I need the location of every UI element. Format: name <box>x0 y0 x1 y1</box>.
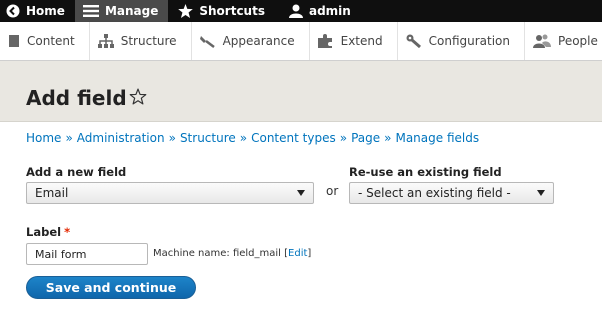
label-input[interactable] <box>26 243 148 265</box>
tray-item-structure[interactable]: Structure <box>90 22 192 60</box>
people-icon <box>533 34 552 48</box>
shortcuts-star-icon <box>178 4 194 18</box>
home-icon <box>6 4 20 18</box>
wrench-icon <box>406 34 421 48</box>
tray-item-structure-label: Structure <box>120 34 177 48</box>
menu-icon <box>82 5 99 17</box>
breadcrumb-page[interactable]: Page <box>351 131 380 145</box>
structure-icon <box>97 34 114 48</box>
breadcrumb-separator: » <box>168 131 176 145</box>
toolbar-shortcuts[interactable]: Shortcuts <box>168 0 275 22</box>
admin-tray: Content Structure Appearance Extend Conf… <box>0 22 602 61</box>
existing-field-select-value: - Select an existing field - <box>358 186 511 200</box>
breadcrumb-structure[interactable]: Structure <box>180 131 236 145</box>
machine-edit-open: [ <box>280 248 289 259</box>
tray-item-extend-label: Extend <box>340 34 383 48</box>
tray-item-configuration-label: Configuration <box>428 34 511 48</box>
chevron-down-icon <box>297 190 305 196</box>
chevron-down-icon <box>537 190 545 196</box>
breadcrumb-separator: » <box>339 131 348 145</box>
tray-item-content[interactable]: Content <box>0 22 90 60</box>
tray-item-configuration[interactable]: Configuration <box>398 22 526 60</box>
machine-edit-close: ] <box>307 248 312 259</box>
new-field-select[interactable]: Email <box>26 182 314 204</box>
tray-item-people[interactable]: People <box>525 22 602 60</box>
user-icon <box>288 4 303 18</box>
breadcrumb-administration[interactable]: Administration <box>77 131 165 145</box>
machine-name-text: Machine name: field_mail <box>153 248 281 259</box>
toolbar-home[interactable]: Home <box>0 0 75 22</box>
or-text: or <box>326 184 339 198</box>
appearance-icon <box>199 36 215 48</box>
toolbar-user-label: admin <box>308 4 351 18</box>
breadcrumb-content-types[interactable]: Content types <box>251 131 336 145</box>
toolbar-manage-label: Manage <box>104 4 159 18</box>
extend-icon <box>317 34 332 48</box>
admin-toolbar: Home Manage Shortcuts admin <box>0 0 602 22</box>
tray-item-content-label: Content <box>27 34 75 48</box>
toolbar-user[interactable]: admin <box>275 0 361 22</box>
new-field-label: Add a new field <box>26 165 127 179</box>
toolbar-shortcuts-label: Shortcuts <box>199 4 265 18</box>
content-icon <box>9 35 19 47</box>
breadcrumb-manage-fields[interactable]: Manage fields <box>395 131 479 145</box>
breadcrumb-home[interactable]: Home <box>26 131 61 145</box>
toolbar-manage[interactable]: Manage <box>74 0 169 22</box>
breadcrumb-separator: » <box>239 131 248 145</box>
existing-field-label: Re-use an existing field <box>349 165 502 179</box>
tray-item-appearance-label: Appearance <box>222 34 295 48</box>
save-and-continue-button[interactable]: Save and continue <box>26 276 196 299</box>
breadcrumb: Home» Administration» Structure» Content ty… <box>26 131 479 145</box>
machine-name: Machine name: field_mail [Edit] <box>153 248 311 259</box>
machine-name-edit-link[interactable]: Edit <box>288 248 307 259</box>
breadcrumb-separator: » <box>65 131 73 145</box>
label-field-label: Label * <box>26 225 70 239</box>
tray-item-appearance[interactable]: Appearance <box>192 22 310 60</box>
new-field-select-value: Email <box>35 186 69 200</box>
tray-item-people-label: People <box>558 34 598 48</box>
favorite-star-icon[interactable] <box>129 88 147 105</box>
tray-item-extend[interactable]: Extend <box>310 22 398 60</box>
label-field-label-text: Label <box>26 225 62 239</box>
required-mark: * <box>64 225 71 239</box>
toolbar-home-label: Home <box>26 4 65 18</box>
breadcrumb-separator: » <box>384 131 392 145</box>
existing-field-select[interactable]: - Select an existing field - <box>349 182 554 204</box>
page-title: Add field <box>26 86 127 110</box>
